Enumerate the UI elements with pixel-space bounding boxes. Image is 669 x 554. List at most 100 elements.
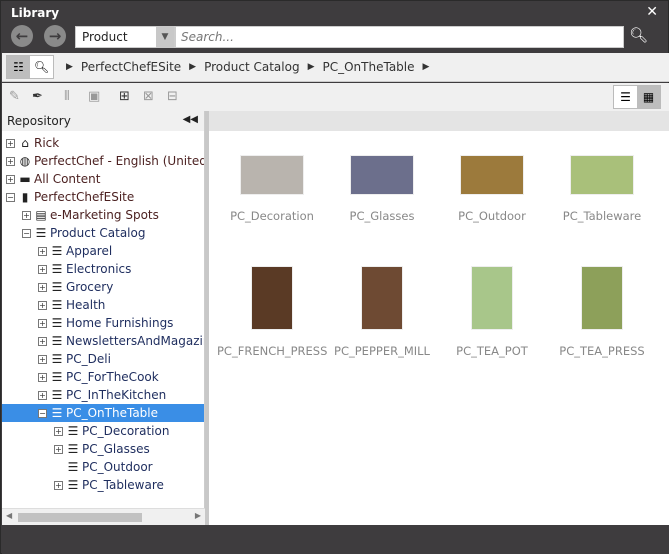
horizontal-scrollbar[interactable]: ◀ ▶ — [2, 508, 205, 525]
item-thumbnail — [350, 155, 414, 195]
item-label: PC_Decoration — [230, 209, 314, 223]
collapse-panel-icon[interactable]: ◀◀ — [183, 114, 198, 125]
chevron-right-icon[interactable]: ▶ — [308, 60, 315, 75]
expand-toggle-icon[interactable]: + — [38, 319, 47, 328]
home-icon: ⌂ — [21, 136, 29, 150]
tree-item-label: PerfectChef - English (United States) — [34, 154, 204, 168]
add-checked-icon[interactable]: ⊠ — [143, 89, 154, 104]
expand-toggle-icon[interactable]: + — [38, 337, 47, 346]
tree-item-label: All Content — [34, 172, 101, 186]
expand-toggle-icon[interactable]: + — [38, 301, 47, 310]
item-thumbnail — [240, 155, 304, 195]
repository-panel: Repository ◀◀ + ⌂ Rick + ◍ PerfectChef - Engli… — [2, 111, 205, 525]
forward-button[interactable]: → — [44, 25, 66, 47]
expand-toggle-icon[interactable]: + — [22, 211, 31, 220]
content-grid: PC_Decoration PC_Glasses PC_Outdoor PC_Tabl… — [209, 111, 669, 525]
chevron-right-icon[interactable]: ▶ — [66, 60, 73, 75]
tree-item-label: PC_Glasses — [82, 442, 150, 456]
tree-item[interactable]: + ☰ Health — [38, 296, 105, 314]
breadcrumb-item[interactable]: PC_OnTheTable — [322, 60, 414, 75]
category-icon: ☰ — [67, 478, 79, 492]
expand-toggle-icon[interactable]: + — [54, 481, 63, 490]
tree-item[interactable]: + ▬ All Content — [6, 170, 100, 188]
tree-view-icon[interactable]: ☷ — [7, 56, 30, 78]
content-item[interactable]: PC_TEA_PRESS — [547, 266, 657, 358]
category-icon: ☰ — [51, 406, 63, 420]
search-input[interactable]: Search... — [175, 26, 624, 48]
expand-toggle-icon[interactable]: + — [54, 427, 63, 436]
list-view-icon[interactable]: ☰ — [614, 86, 637, 108]
category-icon: ☰ — [67, 424, 79, 438]
chevron-right-icon[interactable]: ▶ — [423, 60, 430, 75]
barcode-icon[interactable]: ⦀ — [64, 89, 70, 104]
content-item[interactable]: PC_PEPPER_MILL — [327, 266, 437, 358]
category-icon: ☰ — [51, 370, 63, 384]
tree-item[interactable]: + ☰NewslettersAndMagazines — [38, 332, 204, 350]
category-icon: ☰ — [51, 388, 63, 402]
expand-toggle-icon[interactable]: − — [38, 409, 47, 418]
expand-toggle-icon[interactable]: + — [38, 265, 47, 274]
breadcrumb-item[interactable]: Product Catalog — [204, 60, 299, 75]
search-view-icon[interactable]: 🔍︎ — [30, 56, 53, 78]
expand-toggle-icon[interactable]: + — [6, 157, 15, 166]
expand-toggle-icon[interactable]: − — [6, 193, 15, 202]
tree-item[interactable]: + ☰ PC_Tableware — [54, 476, 164, 494]
grid-view-icon[interactable]: ▦ — [637, 86, 660, 108]
tree-item[interactable]: + ☰ PC_Glasses — [54, 440, 150, 458]
content-item[interactable]: PC_Glasses — [327, 155, 437, 223]
content-item[interactable]: PC_TEA_POT — [437, 266, 547, 358]
edit-properties-icon[interactable]: ✒ — [32, 89, 43, 104]
expand-toggle-icon[interactable]: − — [22, 229, 31, 238]
content-item[interactable]: PC_Decoration — [217, 155, 327, 223]
add-item-icon[interactable]: ⊞ — [119, 89, 130, 104]
chevron-right-icon[interactable]: ▶ — [189, 60, 196, 75]
tree-item[interactable]: + ☰ PC_Deli — [38, 350, 111, 368]
tree-item[interactable]: ☰ PC_Outdoor — [54, 458, 153, 476]
tree-item[interactable]: − ☰ Product Catalog — [22, 224, 145, 242]
breadcrumb-bar: ☷ 🔍︎ ▶ PerfectChefESite ▶ Product Catalog… — [2, 53, 669, 82]
tree-item[interactable]: + ☰ Grocery — [38, 278, 113, 296]
tree-item-label: Grocery — [66, 280, 114, 294]
expand-toggle-icon[interactable]: + — [6, 175, 15, 184]
tree-item[interactable]: + ☰ Apparel — [38, 242, 112, 260]
preview-icon[interactable]: ▣ — [88, 89, 100, 104]
expand-toggle-icon[interactable]: + — [38, 283, 47, 292]
tree-item[interactable]: − ▮ PerfectChefESite — [6, 188, 134, 206]
tree-item-label: Electronics — [66, 262, 132, 276]
tree-item-label: PC_ForTheCook — [66, 370, 159, 384]
tree-item[interactable]: + ☰ Electronics — [38, 260, 131, 278]
tree-item[interactable]: + ☰ PC_ForTheCook — [38, 368, 159, 386]
back-button[interactable]: ← — [11, 25, 33, 47]
tree-item[interactable]: + ☰ Home Furnishings — [38, 314, 173, 332]
tree-item[interactable]: + ⌂ Rick — [6, 134, 59, 152]
add-row-icon[interactable]: ⊟ — [167, 89, 178, 104]
site-icon: ▮ — [21, 190, 29, 204]
tree-item[interactable]: + ▤ e-Marketing Spots — [22, 206, 159, 224]
expand-toggle-icon[interactable]: + — [38, 391, 47, 400]
tree-item[interactable]: − ☰ PC_OnTheTable — [2, 404, 204, 422]
expand-toggle-icon[interactable]: + — [38, 247, 47, 256]
expand-toggle-icon[interactable]: + — [38, 373, 47, 382]
tree-item-label: PC_Tableware — [82, 478, 164, 492]
breadcrumb-item[interactable]: PerfectChefESite — [81, 60, 181, 75]
item-label: PC_Tableware — [562, 209, 642, 223]
tree-item[interactable]: + ◍PerfectChef - English (United States) — [6, 152, 204, 170]
expand-toggle-icon[interactable]: + — [6, 139, 15, 148]
expand-toggle-icon[interactable]: + — [54, 445, 63, 454]
content-item[interactable]: PC_FRENCH_PRESS — [217, 266, 327, 358]
tree-item[interactable]: + ☰ PC_Decoration — [54, 422, 169, 440]
tree-item-label: Home Furnishings — [66, 316, 174, 330]
content-item[interactable]: PC_Tableware — [547, 155, 657, 223]
close-icon[interactable]: ✕ — [646, 4, 658, 20]
category-icon: ☰ — [51, 298, 63, 312]
tree-item-label: PC_Deli — [66, 352, 111, 366]
edit-icon[interactable]: ✎ — [9, 89, 20, 104]
content-item[interactable]: PC_Outdoor — [437, 155, 547, 223]
globe-icon: ◍ — [19, 154, 31, 168]
search-icon[interactable]: 🔍︎ — [629, 26, 648, 44]
item-label: PC_TEA_POT — [456, 344, 528, 358]
tree-item[interactable]: + ☰ PC_InTheKitchen — [38, 386, 166, 404]
expand-toggle-icon[interactable]: + — [38, 355, 47, 364]
chevron-down-icon[interactable]: ▼ — [156, 26, 174, 48]
category-icon: ☰ — [51, 262, 63, 276]
